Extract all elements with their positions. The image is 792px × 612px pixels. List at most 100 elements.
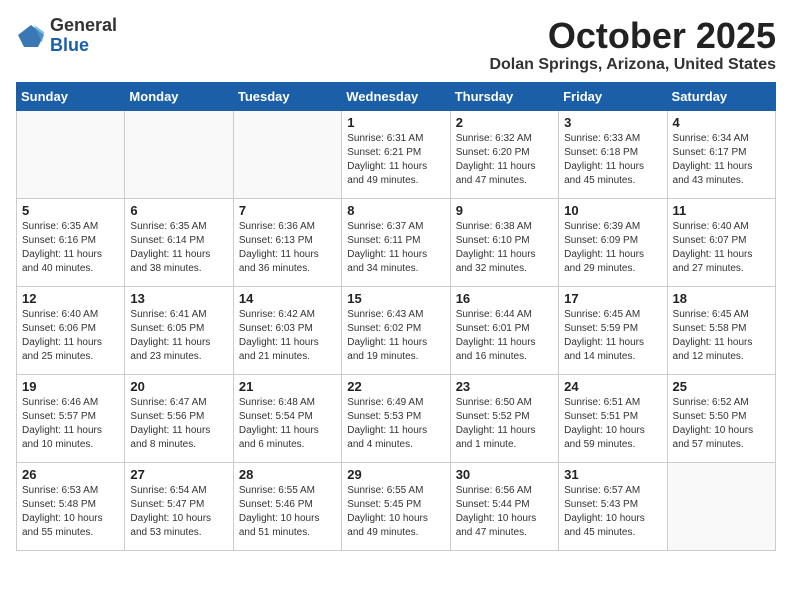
calendar-cell	[125, 110, 233, 198]
month-title: October 2025	[489, 16, 776, 56]
day-info: Sunrise: 6:31 AMSunset: 6:21 PMDaylight:…	[347, 132, 444, 188]
day-info: Sunrise: 6:39 AMSunset: 6:09 PMDaylight:…	[564, 220, 661, 276]
calendar-cell: 17Sunrise: 6:45 AMSunset: 5:59 PMDayligh…	[559, 286, 667, 374]
calendar-cell: 16 Sunrise: 6:44 AMSunset: 6:01 PMDayligh…	[450, 286, 558, 374]
calendar-cell: 28 Sunrise: 6:55 AMSunset: 5:46 PMDayligh…	[233, 462, 341, 550]
day-info: Sunrise: 6:52 AMSunset: 5:50 PMDaylight:…	[673, 396, 770, 452]
calendar-cell: 12 Sunrise: 6:40 AMSunset: 6:06 PMDayligh…	[17, 286, 125, 374]
day-info: Sunrise: 6:42 AMSunset: 6:03 PMDaylight:…	[239, 308, 336, 364]
day-number: 19	[22, 379, 119, 394]
day-number: 17	[564, 291, 661, 306]
day-info: Sunrise: 6:46 AMSunset: 5:57 PMDaylight:…	[22, 396, 119, 452]
weekday-header-friday: Friday	[559, 82, 667, 110]
calendar-cell: 30 Sunrise: 6:56 AMSunset: 5:44 PMDayligh…	[450, 462, 558, 550]
weekday-header-tuesday: Tuesday	[233, 82, 341, 110]
day-info: Sunrise: 6:45 AMSunset: 5:58 PMDaylight:…	[673, 308, 770, 364]
day-info: Sunrise: 6:44 AMSunset: 6:01 PMDaylight:…	[456, 308, 553, 364]
day-number: 2	[456, 115, 553, 130]
logo-text: General Blue	[50, 16, 117, 56]
day-number: 21	[239, 379, 336, 394]
day-info: Sunrise: 6:55 AMSunset: 5:46 PMDaylight:…	[239, 484, 336, 540]
calendar-cell: 22 Sunrise: 6:49 AMSunset: 5:53 PMDayligh…	[342, 374, 450, 462]
weekday-header-monday: Monday	[125, 82, 233, 110]
day-number: 31	[564, 467, 661, 482]
calendar-cell: 2 Sunrise: 6:32 AMSunset: 6:20 PMDaylight…	[450, 110, 558, 198]
day-number: 14	[239, 291, 336, 306]
calendar-cell: 5Sunrise: 6:35 AMSunset: 6:16 PMDaylight…	[17, 198, 125, 286]
day-number: 13	[130, 291, 227, 306]
week-row-4: 19 Sunrise: 6:46 AMSunset: 5:57 PMDayligh…	[17, 374, 776, 462]
day-info: Sunrise: 6:34 AMSunset: 6:17 PMDaylight:…	[673, 132, 770, 188]
calendar-cell: 27Sunrise: 6:54 AMSunset: 5:47 PMDayligh…	[125, 462, 233, 550]
day-number: 4	[673, 115, 770, 130]
day-info: Sunrise: 6:35 AMSunset: 6:14 PMDaylight:…	[130, 220, 227, 276]
weekday-header-sunday: Sunday	[17, 82, 125, 110]
day-info: Sunrise: 6:57 AMSunset: 5:43 PMDaylight:…	[564, 484, 661, 540]
day-info: Sunrise: 6:54 AMSunset: 5:47 PMDaylight:…	[130, 484, 227, 540]
location: Dolan Springs, Arizona, United States	[489, 56, 776, 74]
weekday-header-saturday: Saturday	[667, 82, 775, 110]
day-number: 26	[22, 467, 119, 482]
day-number: 1	[347, 115, 444, 130]
calendar-cell	[667, 462, 775, 550]
day-number: 15	[347, 291, 444, 306]
day-number: 9	[456, 203, 553, 218]
calendar-cell: 13 Sunrise: 6:41 AMSunset: 6:05 PMDayligh…	[125, 286, 233, 374]
title-block: October 2025 Dolan Springs, Arizona, Uni…	[489, 16, 776, 74]
day-number: 12	[22, 291, 119, 306]
calendar-cell: 7Sunrise: 6:36 AMSunset: 6:13 PMDaylight…	[233, 198, 341, 286]
calendar-cell: 20Sunrise: 6:47 AMSunset: 5:56 PMDayligh…	[125, 374, 233, 462]
day-number: 16	[456, 291, 553, 306]
calendar-cell: 6 Sunrise: 6:35 AMSunset: 6:14 PMDaylight…	[125, 198, 233, 286]
page-header: General Blue October 2025 Dolan Springs,…	[16, 16, 776, 74]
day-number: 11	[673, 203, 770, 218]
day-number: 8	[347, 203, 444, 218]
day-number: 30	[456, 467, 553, 482]
day-number: 29	[347, 467, 444, 482]
calendar-cell: 4 Sunrise: 6:34 AMSunset: 6:17 PMDaylight…	[667, 110, 775, 198]
week-row-3: 12 Sunrise: 6:40 AMSunset: 6:06 PMDayligh…	[17, 286, 776, 374]
calendar-table: SundayMondayTuesdayWednesdayThursdayFrid…	[16, 82, 776, 551]
logo-general-text: General	[50, 16, 117, 36]
day-number: 3	[564, 115, 661, 130]
day-info: Sunrise: 6:49 AMSunset: 5:53 PMDaylight:…	[347, 396, 444, 452]
weekday-header-row: SundayMondayTuesdayWednesdayThursdayFrid…	[17, 82, 776, 110]
day-number: 18	[673, 291, 770, 306]
week-row-2: 5Sunrise: 6:35 AMSunset: 6:16 PMDaylight…	[17, 198, 776, 286]
weekday-header-thursday: Thursday	[450, 82, 558, 110]
calendar-cell: 15 Sunrise: 6:43 AMSunset: 6:02 PMDayligh…	[342, 286, 450, 374]
logo-blue-text: Blue	[50, 36, 117, 56]
day-number: 10	[564, 203, 661, 218]
calendar-cell: 26 Sunrise: 6:53 AMSunset: 5:48 PMDayligh…	[17, 462, 125, 550]
day-info: Sunrise: 6:55 AMSunset: 5:45 PMDaylight:…	[347, 484, 444, 540]
calendar-cell: 1 Sunrise: 6:31 AMSunset: 6:21 PMDaylight…	[342, 110, 450, 198]
day-info: Sunrise: 6:37 AMSunset: 6:11 PMDaylight:…	[347, 220, 444, 276]
calendar-cell	[233, 110, 341, 198]
day-number: 23	[456, 379, 553, 394]
day-info: Sunrise: 6:50 AMSunset: 5:52 PMDaylight:…	[456, 396, 553, 452]
day-info: Sunrise: 6:33 AMSunset: 6:18 PMDaylight:…	[564, 132, 661, 188]
day-info: Sunrise: 6:40 AMSunset: 6:06 PMDaylight:…	[22, 308, 119, 364]
logo: General Blue	[16, 16, 117, 56]
calendar-cell: 14 Sunrise: 6:42 AMSunset: 6:03 PMDayligh…	[233, 286, 341, 374]
day-info: Sunrise: 6:32 AMSunset: 6:20 PMDaylight:…	[456, 132, 553, 188]
logo-icon	[16, 21, 46, 51]
calendar-cell: 11 Sunrise: 6:40 AMSunset: 6:07 PMDayligh…	[667, 198, 775, 286]
day-info: Sunrise: 6:36 AMSunset: 6:13 PMDaylight:…	[239, 220, 336, 276]
calendar-cell: 21 Sunrise: 6:48 AMSunset: 5:54 PMDayligh…	[233, 374, 341, 462]
day-info: Sunrise: 6:47 AMSunset: 5:56 PMDaylight:…	[130, 396, 227, 452]
day-info: Sunrise: 6:41 AMSunset: 6:05 PMDaylight:…	[130, 308, 227, 364]
day-info: Sunrise: 6:56 AMSunset: 5:44 PMDaylight:…	[456, 484, 553, 540]
day-info: Sunrise: 6:51 AMSunset: 5:51 PMDaylight:…	[564, 396, 661, 452]
day-info: Sunrise: 6:40 AMSunset: 6:07 PMDaylight:…	[673, 220, 770, 276]
day-info: Sunrise: 6:35 AMSunset: 6:16 PMDaylight:…	[22, 220, 119, 276]
day-number: 22	[347, 379, 444, 394]
day-info: Sunrise: 6:53 AMSunset: 5:48 PMDaylight:…	[22, 484, 119, 540]
calendar-cell: 24Sunrise: 6:51 AMSunset: 5:51 PMDayligh…	[559, 374, 667, 462]
day-number: 6	[130, 203, 227, 218]
day-info: Sunrise: 6:43 AMSunset: 6:02 PMDaylight:…	[347, 308, 444, 364]
day-info: Sunrise: 6:48 AMSunset: 5:54 PMDaylight:…	[239, 396, 336, 452]
calendar-cell: 10 Sunrise: 6:39 AMSunset: 6:09 PMDayligh…	[559, 198, 667, 286]
calendar-cell: 8 Sunrise: 6:37 AMSunset: 6:11 PMDaylight…	[342, 198, 450, 286]
day-number: 28	[239, 467, 336, 482]
